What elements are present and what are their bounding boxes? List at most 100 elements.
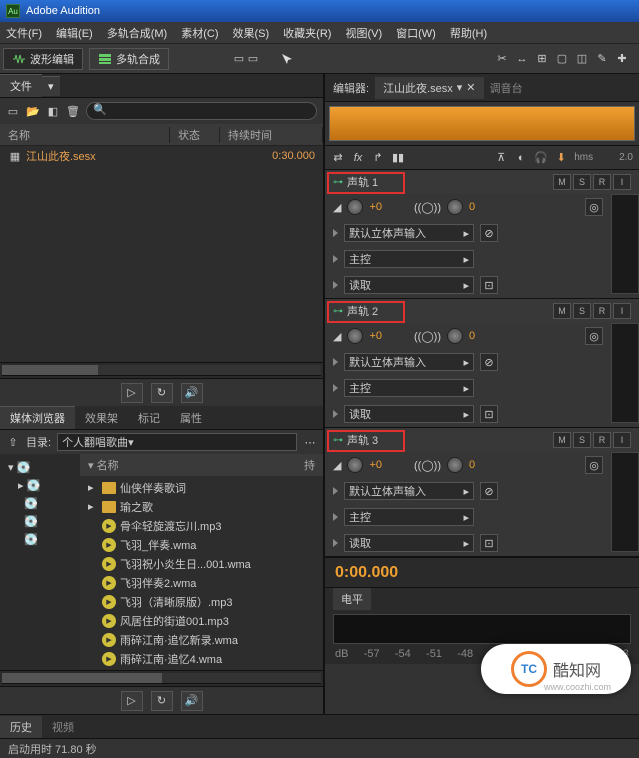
marker-icon[interactable]: ⬇	[554, 151, 568, 165]
tool-lasso-icon[interactable]: ◫	[575, 52, 589, 66]
automation-select[interactable]: 读取▸	[344, 405, 474, 423]
tl-eq-icon[interactable]: ▮▮	[391, 151, 405, 165]
play-button[interactable]: ▷	[121, 691, 143, 711]
new-file-icon[interactable]: ▭	[6, 104, 20, 118]
headphone-icon[interactable]: 🎧	[534, 151, 548, 165]
input-config-button[interactable]: ⊘	[480, 353, 498, 371]
phase-button[interactable]: ◎	[585, 456, 603, 474]
tree-item[interactable]: ▸ 💽	[4, 476, 76, 494]
expand-icon[interactable]	[333, 410, 338, 418]
col-duration[interactable]: 持续时间	[220, 127, 323, 143]
files-panel-options-icon[interactable]: ▾	[42, 76, 60, 96]
pan-value[interactable]: 0	[469, 330, 475, 342]
tool-heal-icon[interactable]: ✚	[615, 52, 629, 66]
solo-button[interactable]: S	[573, 174, 591, 190]
mixer-tab[interactable]: 调音台	[490, 80, 523, 96]
tool-razor-icon[interactable]: ✂	[495, 52, 509, 66]
menu-effects[interactable]: 效果(S)	[233, 25, 270, 41]
tl-btn-1-icon[interactable]: ⇄	[331, 151, 345, 165]
list-item[interactable]: 骨伞轻旋渡忘川.mp3	[80, 516, 323, 535]
tool-brush-icon[interactable]: ✎	[595, 52, 609, 66]
monitor-button[interactable]: I	[613, 174, 631, 190]
pan-value[interactable]: 0	[469, 459, 475, 471]
menu-edit[interactable]: 编辑(E)	[56, 25, 93, 41]
session-tab[interactable]: 江山此夜.sesx ▾ ✕	[375, 77, 483, 99]
tl-fx-icon[interactable]: fx	[351, 151, 365, 165]
record-button[interactable]: R	[593, 174, 611, 190]
track-header[interactable]: ⊶声轨 2MSRI	[325, 299, 639, 323]
open-file-icon[interactable]: 📂	[26, 104, 40, 118]
folder-tree[interactable]: ▾ 💽 ▸ 💽 💽 💽 💽	[0, 454, 80, 670]
list-item[interactable]: 飞羽祝小炎生日...001.wma	[80, 554, 323, 573]
levels-tab[interactable]: 电平	[333, 588, 371, 610]
timeline-overview[interactable]	[325, 102, 639, 146]
menu-favorites[interactable]: 收藏夹(R)	[283, 25, 331, 41]
tool-time-icon[interactable]: ⊞	[535, 52, 549, 66]
automation-select[interactable]: 读取▸	[344, 534, 474, 552]
autoplay-button[interactable]: 🔊	[181, 691, 203, 711]
browser-hscroll[interactable]	[0, 670, 323, 686]
phase-button[interactable]: ◎	[585, 198, 603, 216]
dir-select[interactable]: 个人翻唱歌曲▾	[57, 433, 297, 451]
volume-knob[interactable]	[347, 199, 363, 215]
list-item[interactable]: 飞羽_伴奏.wma	[80, 535, 323, 554]
wrap-icon[interactable]: ◐	[514, 151, 528, 165]
automation-config-button[interactable]: ⊡	[480, 534, 498, 552]
chevron-down-icon[interactable]: ▾	[457, 81, 463, 94]
tab-properties[interactable]: 属性	[170, 407, 212, 429]
files-hscroll[interactable]	[0, 362, 323, 378]
track-header[interactable]: ⊶声轨 1MSRI	[325, 170, 639, 194]
volume-knob[interactable]	[347, 457, 363, 473]
expand-icon[interactable]	[333, 384, 338, 392]
vol-value[interactable]: +0	[369, 330, 382, 342]
automation-config-button[interactable]: ⊡	[480, 276, 498, 294]
tab-effects-rack[interactable]: 效果架	[75, 407, 128, 429]
expand-icon[interactable]	[333, 281, 338, 289]
close-icon[interactable]: ✕	[466, 81, 475, 94]
record-button[interactable]: R	[593, 432, 611, 448]
list-item[interactable]: 雨碎江南·追忆4.wma	[80, 649, 323, 668]
tree-item[interactable]: 💽	[4, 512, 76, 530]
solo-button[interactable]: S	[573, 432, 591, 448]
tab-history[interactable]: 历史	[0, 716, 42, 738]
pan-knob[interactable]	[447, 328, 463, 344]
track-name[interactable]: 声轨 2	[347, 303, 378, 319]
menu-window[interactable]: 窗口(W)	[396, 25, 436, 41]
loop-button[interactable]: ↻	[151, 383, 173, 403]
expand-icon[interactable]	[333, 513, 338, 521]
input-config-button[interactable]: ⊘	[480, 482, 498, 500]
pan-knob[interactable]	[447, 199, 463, 215]
tab-video[interactable]: 视频	[42, 716, 84, 738]
list-item[interactable]: 雨碎江南·追忆新录.wma	[80, 630, 323, 649]
tool-slip-icon[interactable]: ↔	[515, 52, 529, 66]
expand-icon[interactable]	[333, 229, 338, 237]
tab-markers[interactable]: 标记	[128, 407, 170, 429]
list-item[interactable]: 飞羽伴奏2.wma	[80, 573, 323, 592]
snap-icon[interactable]: ⊼	[494, 151, 508, 165]
mute-button[interactable]: M	[553, 174, 571, 190]
nav-up-icon[interactable]: ⇧	[6, 435, 20, 449]
monitor-button[interactable]: I	[613, 432, 631, 448]
tab-media-browser[interactable]: 媒体浏览器	[0, 406, 75, 429]
mute-button[interactable]: M	[553, 432, 571, 448]
list-item[interactable]: ▸瑜之歌	[80, 497, 323, 516]
vol-value[interactable]: +0	[369, 201, 382, 213]
col-name[interactable]: 名称	[0, 127, 170, 143]
pan-value[interactable]: 0	[469, 201, 475, 213]
input-select[interactable]: 默认立体声输入▸	[344, 224, 474, 242]
input-select[interactable]: 默认立体声输入▸	[344, 353, 474, 371]
expand-icon[interactable]	[333, 358, 338, 366]
loop-button[interactable]: ↻	[151, 691, 173, 711]
tool-pitch-icon[interactable]: ▭	[246, 52, 260, 66]
phase-button[interactable]: ◎	[585, 327, 603, 345]
autoplay-button[interactable]: 🔊	[181, 383, 203, 403]
files-tab[interactable]: 文件	[0, 74, 42, 97]
play-button[interactable]: ▷	[121, 383, 143, 403]
menu-file[interactable]: 文件(F)	[6, 25, 42, 41]
col-dur[interactable]: 持	[304, 457, 315, 473]
col-name[interactable]: ▾ 名称	[88, 457, 304, 473]
input-config-button[interactable]: ⊘	[480, 224, 498, 242]
automation-select[interactable]: 读取▸	[344, 276, 474, 294]
trash-icon[interactable]: 🗑	[66, 104, 80, 118]
solo-button[interactable]: S	[573, 303, 591, 319]
